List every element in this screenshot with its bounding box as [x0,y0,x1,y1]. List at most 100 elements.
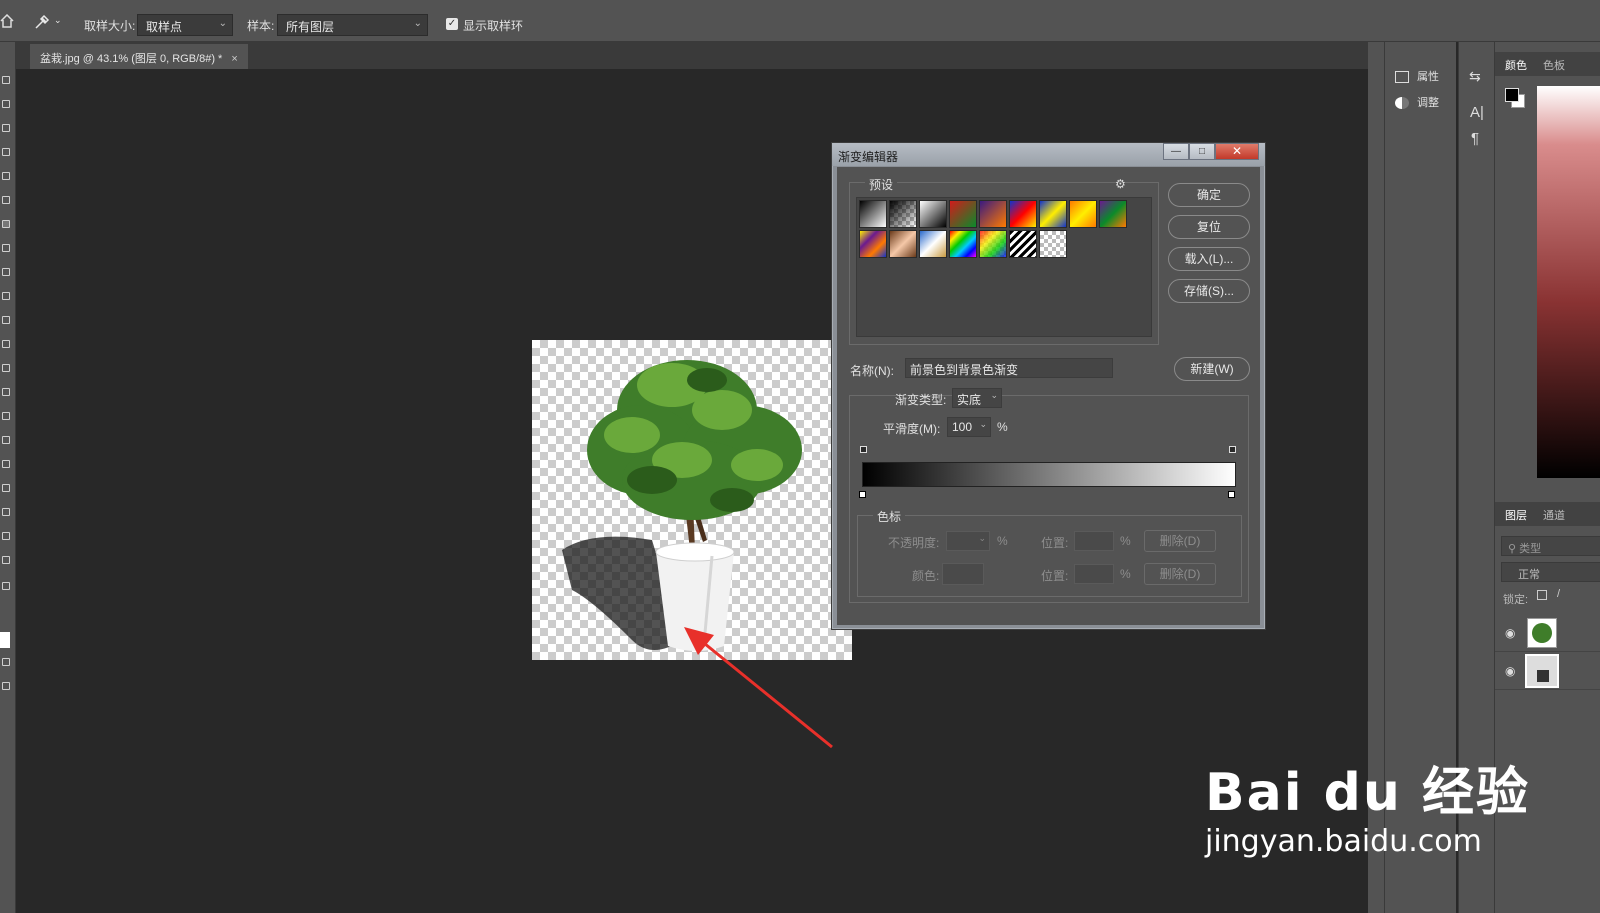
percent-unit: % [997,534,1008,548]
smoothness-input[interactable]: 100 ⌄ [947,417,991,437]
rectangle-tool-icon[interactable] [2,508,10,516]
lock-transparency-icon[interactable] [1537,590,1547,600]
sample-size-select[interactable]: 取样点 ⌄ [137,14,233,36]
color-stop-right[interactable] [1228,491,1235,498]
gradient-type-select[interactable]: 实底 ⌄ [952,388,1002,408]
eye-icon[interactable]: ◉ [1505,626,1515,640]
color-location-input [1074,564,1114,584]
zoom-tool-icon[interactable] [2,556,10,564]
color-label: 颜色: [912,569,940,583]
foreground-color-swatch[interactable] [0,632,10,648]
preset-swatch[interactable] [919,230,947,258]
new-button[interactable]: 新建(W) [1174,357,1250,381]
frame-tool-icon[interactable] [2,196,10,204]
foreground-color-swatch[interactable] [1505,88,1519,102]
dodge-tool-icon[interactable] [2,412,10,420]
preset-swatch[interactable] [919,200,947,228]
preset-swatch[interactable] [949,200,977,228]
save-button[interactable]: 存储(S)... [1168,279,1250,303]
preset-swatch[interactable] [1009,200,1037,228]
blur-tool-icon[interactable] [2,388,10,396]
preset-swatch[interactable] [1009,230,1037,258]
dialog-titlebar[interactable]: 渐变编辑器 — □ ✕ [832,143,1265,166]
ok-button[interactable]: 确定 [1168,183,1250,207]
gradient-tool-icon[interactable] [2,364,10,372]
hand-tool-icon[interactable] [2,532,10,540]
history-brush-tool-icon[interactable] [2,316,10,324]
dialog-body: 预设 ⚙ 确定 复位 载入(L)... 存储(S)... 名称(N): 前景色到… [837,167,1260,625]
preset-swatch[interactable] [1039,200,1067,228]
eye-icon[interactable]: ◉ [1505,664,1515,678]
layer-filter-search[interactable]: ⚲ 类型 [1501,536,1600,556]
move-tool-icon[interactable] [2,76,10,84]
preset-swatch[interactable] [889,230,917,258]
healing-brush-tool-icon[interactable] [2,244,10,252]
adjustments-panel-button[interactable]: 调整 [1395,94,1439,110]
adjustments-icon [1395,97,1409,110]
eyedropper-tool-icon[interactable] [2,220,10,228]
tab-swatches[interactable]: 色板 [1543,57,1565,73]
options-bar: ⌄ 取样大小: 取样点 ⌄ 样本: 所有图层 ⌄ ✓ 显示取样环 [0,0,1600,42]
tab-layers[interactable]: 图层 [1505,507,1527,523]
preset-swatch[interactable] [949,230,977,258]
blend-mode-select[interactable]: 正常 [1501,562,1600,582]
path-select-tool-icon[interactable] [2,484,10,492]
tab-color[interactable]: 颜色 [1505,57,1527,73]
home-icon[interactable] [0,14,14,28]
properties-icon [1395,71,1409,84]
brush-tool-icon[interactable] [2,268,10,276]
eyedropper-tool-preset-icon[interactable]: ⌄ [34,14,62,30]
quick-select-tool-icon[interactable] [2,148,10,156]
pen-tool-icon[interactable] [2,436,10,444]
preset-swatch[interactable] [1039,230,1067,258]
potted-plant-image [562,360,802,651]
lasso-tool-icon[interactable] [2,124,10,132]
reset-button[interactable]: 复位 [1168,215,1250,239]
preset-swatch[interactable] [979,230,1007,258]
lock-brush-icon[interactable]: / [1557,588,1560,600]
preset-swatch[interactable] [1099,200,1127,228]
close-button[interactable]: ✕ [1215,143,1259,160]
document-image[interactable] [532,340,852,660]
color-stop-left[interactable] [859,491,866,498]
properties-panel-button[interactable]: 属性 [1395,68,1439,84]
clone-stamp-tool-icon[interactable] [2,292,10,300]
crop-tool-icon[interactable] [2,172,10,180]
minimize-button[interactable]: — [1163,143,1189,160]
dialog-title: 渐变编辑器 [838,150,899,164]
quick-mask-icon[interactable] [2,658,10,666]
close-icon[interactable]: × [231,53,237,65]
sample-select[interactable]: 所有图层 ⌄ [277,14,428,36]
preset-swatch[interactable] [859,200,887,228]
preset-swatch[interactable] [1069,200,1097,228]
opacity-stop-right[interactable] [1229,446,1236,453]
history-icon[interactable]: ⇆ [1469,68,1481,85]
color-picker-field[interactable] [1537,86,1600,478]
type-tool-icon[interactable] [2,460,10,468]
layer-row[interactable]: ◉ [1495,614,1600,652]
watermark-brand: Bai du 经验 [1205,763,1530,823]
show-sampling-ring-checkbox[interactable]: ✓ [446,18,458,30]
maximize-button[interactable]: □ [1189,143,1215,160]
opacity-stop-left[interactable] [860,446,867,453]
preset-swatch[interactable] [889,200,917,228]
tools-panel [0,42,16,913]
gradient-preview-bar[interactable] [862,462,1236,487]
lock-label: 锁定: [1503,594,1529,606]
paragraph-icon[interactable]: ¶ [1471,130,1479,147]
gradient-name-input[interactable]: 前景色到背景色渐变 [905,358,1113,378]
edit-toolbar-icon[interactable] [2,582,10,590]
character-icon[interactable]: A| [1470,104,1484,121]
eraser-tool-icon[interactable] [2,340,10,348]
chevron-down-icon[interactable]: ⌄ [54,15,62,26]
layer-row[interactable]: ◉ [1495,652,1600,690]
marquee-tool-icon[interactable] [2,100,10,108]
screen-mode-icon[interactable] [2,682,10,690]
tab-channels[interactable]: 通道 [1543,507,1565,523]
gear-icon[interactable]: ⚙ [1115,177,1126,191]
document-tab[interactable]: 盆栽.jpg @ 43.1% (图层 0, RGB/8#) * × [30,44,248,69]
chevron-down-icon: ⌄ [978,533,986,543]
preset-swatch[interactable] [859,230,887,258]
load-button[interactable]: 载入(L)... [1168,247,1250,271]
preset-swatch[interactable] [979,200,1007,228]
